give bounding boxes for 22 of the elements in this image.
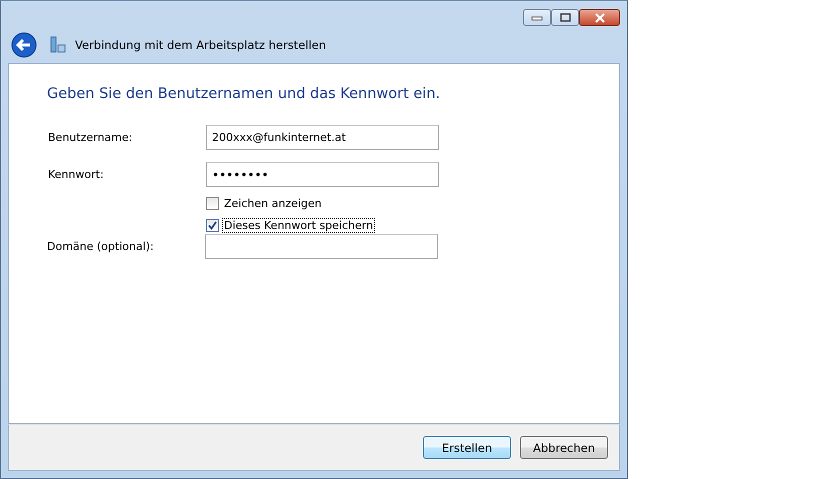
checkbox-label[interactable]: Zeichen anzeigen [222, 196, 324, 211]
minimize-icon [531, 14, 543, 20]
username-field[interactable]: 200xxx@funkinternet.at [206, 125, 439, 150]
maximize-button[interactable] [551, 9, 579, 26]
password-field[interactable]: •••••••• [206, 162, 439, 187]
checkbox[interactable] [206, 219, 219, 232]
network-icon [49, 36, 67, 54]
maximize-icon [560, 13, 570, 22]
checkbox-label[interactable]: Dieses Kennwort speichern [222, 218, 376, 233]
domain-field[interactable] [205, 234, 438, 259]
close-icon [594, 12, 606, 22]
close-button[interactable] [579, 9, 620, 26]
back-button[interactable] [11, 32, 37, 58]
window-title: Verbindung mit dem Arbeitsplatz herstellen [75, 38, 326, 52]
field-label: Benutzername: [47, 131, 134, 144]
field-label: Domäne (optional): [47, 240, 155, 253]
cancel-button[interactable]: Abbrechen [520, 436, 608, 459]
minimize-button[interactable] [523, 9, 551, 26]
checkbox[interactable] [206, 197, 219, 210]
create-button[interactable]: Erstellen [423, 436, 511, 459]
instruction-heading: Geben Sie den Benutzernamen und das Kennwort ein. [47, 86, 442, 102]
field-label: Kennwort: [47, 168, 105, 181]
